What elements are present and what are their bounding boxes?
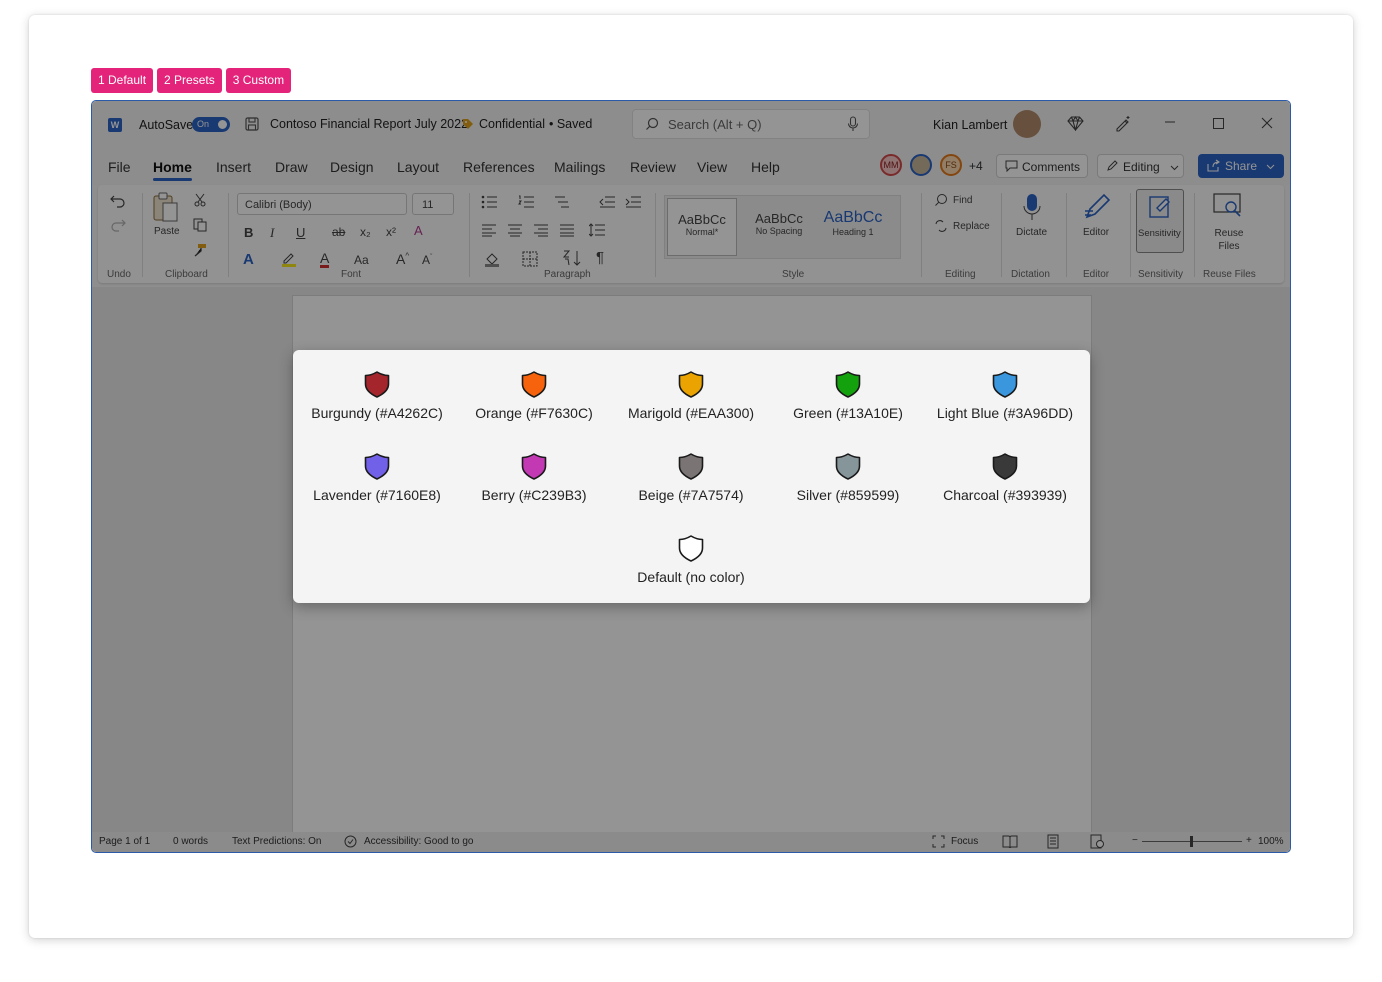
color-swatch-label: Berry (#C239B3) [481, 487, 587, 503]
shield-icon [678, 371, 704, 398]
color-swatch-label: Light Blue (#3A96DD) [936, 405, 1074, 421]
color-swatch-label: Beige (#7A7574) [638, 487, 744, 503]
shield-icon [364, 371, 390, 398]
color-swatch-label: Default (no color) [637, 569, 745, 585]
color-swatch[interactable]: Green (#13A10E) [769, 369, 927, 429]
color-swatch[interactable]: Beige (#7A7574) [612, 451, 770, 511]
color-swatch-label: Lavender (#7160E8) [313, 487, 441, 503]
color-swatch[interactable]: Burgundy (#A4262C) [298, 369, 456, 429]
color-swatch-label: Green (#13A10E) [793, 405, 903, 421]
color-palette-popup: Burgundy (#A4262C) Orange (#F7630C) Marigo… [293, 350, 1090, 603]
color-swatch[interactable]: Silver (#859599) [769, 451, 927, 511]
shield-icon [521, 453, 547, 480]
tab-custom[interactable]: 3 Custom [225, 68, 292, 93]
color-swatch[interactable]: Charcoal (#393939) [926, 451, 1084, 511]
color-swatch[interactable]: Marigold (#EAA300) [612, 369, 770, 429]
shield-icon [364, 453, 390, 480]
shield-icon [835, 453, 861, 480]
color-swatch-label: Orange (#F7630C) [475, 405, 593, 421]
color-swatch[interactable]: Orange (#F7630C) [455, 369, 613, 429]
color-swatch-label: Burgundy (#A4262C) [311, 405, 443, 421]
preset-tabs: 1 Default 2 Presets 3 Custom [91, 68, 292, 93]
shield-icon [992, 371, 1018, 398]
color-swatch-label: Charcoal (#393939) [943, 487, 1067, 503]
shield-icon [992, 453, 1018, 480]
color-swatch-label: Marigold (#EAA300) [627, 405, 755, 421]
shield-icon [678, 453, 704, 480]
shield-icon [678, 535, 704, 562]
color-swatch[interactable]: Lavender (#7160E8) [298, 451, 456, 511]
shield-icon [835, 371, 861, 398]
tab-default[interactable]: 1 Default [91, 68, 154, 93]
color-swatch[interactable]: Berry (#C239B3) [455, 451, 613, 511]
shield-icon [521, 371, 547, 398]
tab-presets[interactable]: 2 Presets [157, 68, 222, 93]
color-swatch[interactable]: Default (no color) [612, 533, 770, 593]
color-swatch-label: Silver (#859599) [796, 487, 900, 503]
color-swatch[interactable]: Light Blue (#3A96DD) [926, 369, 1084, 429]
